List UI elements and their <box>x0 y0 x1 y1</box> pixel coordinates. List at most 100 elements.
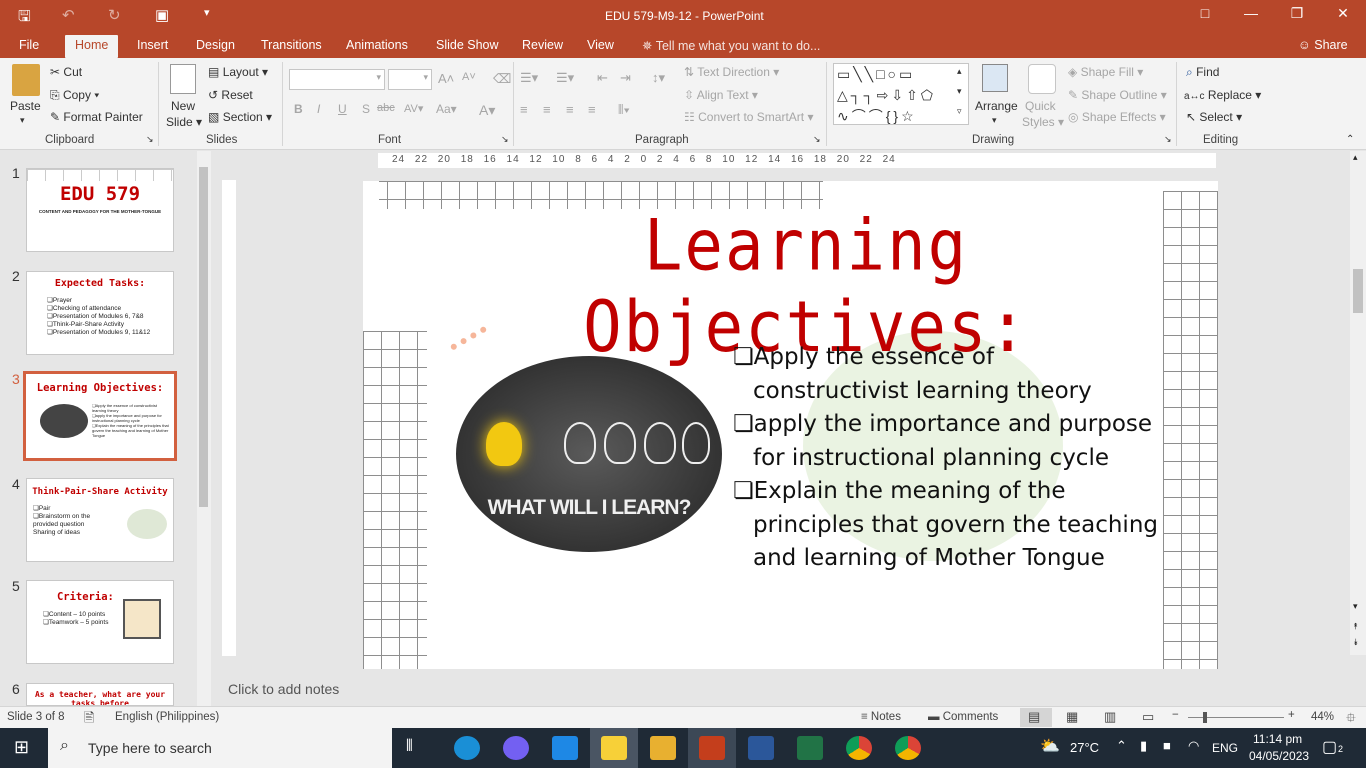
close-button[interactable]: ✕ <box>1328 5 1358 22</box>
paste-button[interactable]: Paste <box>10 99 41 113</box>
customize-qat-icon[interactable]: ▾ <box>204 6 210 19</box>
slide-thumbnail-4[interactable]: Think-Pair-Share Activity ❏Pair ❏Brainst… <box>26 478 174 562</box>
save-icon[interactable]: 🖫 <box>18 6 31 31</box>
italic-icon[interactable]: I <box>317 102 320 116</box>
normal-view-icon[interactable]: ▤ <box>1028 709 1040 725</box>
sticky-notes-icon[interactable] <box>601 736 627 760</box>
align-text-button[interactable]: ⇳ Align Text ▾ <box>684 88 758 102</box>
minimize-button[interactable]: — <box>1236 5 1266 21</box>
clock-date[interactable]: 04/05/2023 <box>1249 749 1309 763</box>
font-name-box[interactable]: ▾ <box>289 69 385 90</box>
file-explorer-icon[interactable] <box>650 736 676 760</box>
cut-button[interactable]: ✂ Cut <box>50 65 82 79</box>
new-slide-button[interactable]: New <box>171 99 195 113</box>
collapse-ribbon-icon[interactable]: ⌃ <box>1346 134 1354 145</box>
slide-thumbnail-2[interactable]: Expected Tasks: ❏Prayer ❏Checking of att… <box>26 271 174 355</box>
show-hidden-icons[interactable]: ⌃ <box>1116 738 1127 754</box>
align-left-icon[interactable]: ≡ <box>520 102 528 117</box>
character-spacing-icon[interactable]: AV▾ <box>404 102 423 115</box>
reading-view-icon[interactable]: ▥ <box>1104 709 1116 725</box>
zoom-in-icon[interactable]: + <box>1288 709 1295 721</box>
language-switcher[interactable]: ENG <box>1212 741 1238 755</box>
text-direction-button[interactable]: ⇅ Text Direction ▾ <box>684 65 779 79</box>
restore-button[interactable]: ❐ <box>1282 5 1312 22</box>
ribbon-display-options-icon[interactable]: □ <box>1190 5 1220 21</box>
font-launcher-icon[interactable]: ↘ <box>501 134 509 145</box>
increase-font-icon[interactable]: A˄ <box>438 71 454 86</box>
quick-styles-icon[interactable] <box>1028 64 1056 94</box>
tab-insert[interactable]: Insert <box>137 38 168 52</box>
scroll-down-icon[interactable]: ▾ <box>1353 601 1358 612</box>
clear-formatting-icon[interactable]: ⌫ <box>493 71 511 87</box>
share-button[interactable]: ☺ Share <box>1298 38 1348 52</box>
tab-transitions[interactable]: Transitions <box>261 38 322 52</box>
wifi-icon[interactable]: ◠ <box>1188 738 1199 754</box>
quick-styles-label[interactable]: Styles ▾ <box>1022 115 1064 129</box>
tell-me-box[interactable]: ✵ Tell me what you want to do... <box>642 38 820 53</box>
reset-button[interactable]: ↺ Reset <box>208 88 253 102</box>
shadow-icon[interactable]: S <box>362 102 370 116</box>
shape-effects-button[interactable]: ◎ Shape Effects ▾ <box>1068 110 1166 124</box>
shape-outline-button[interactable]: ✎ Shape Outline ▾ <box>1068 88 1167 102</box>
previous-slide-icon[interactable]: ⯭ <box>1353 621 1358 632</box>
start-from-beginning-icon[interactable]: ▣ <box>155 6 169 24</box>
comments-button[interactable]: ▬ Comments <box>928 711 998 723</box>
section-button[interactable]: ▧ Section ▾ <box>208 110 272 124</box>
find-button[interactable]: ⌕ Find <box>1186 65 1219 80</box>
language-indicator[interactable]: English (Philippines) <box>115 711 219 723</box>
scroll-up-icon[interactable]: ▴ <box>1353 152 1358 163</box>
chrome-icon[interactable] <box>846 736 872 760</box>
decrease-font-icon[interactable]: A˅ <box>462 71 476 83</box>
chrome-gmail-icon[interactable] <box>895 736 921 760</box>
line-spacing-icon[interactable]: ↕▾ <box>652 70 665 86</box>
tab-view[interactable]: View <box>587 38 614 52</box>
task-view-icon[interactable]: ⫴ <box>406 738 413 756</box>
new-slide-icon[interactable] <box>170 64 196 94</box>
zoom-slider-thumb[interactable] <box>1203 712 1207 723</box>
viber-icon[interactable] <box>503 736 529 760</box>
slide-sorter-icon[interactable]: ▦ <box>1066 709 1078 725</box>
font-size-box[interactable]: ▾ <box>388 69 432 90</box>
strikethrough-icon[interactable]: abc <box>377 102 395 114</box>
tab-animations[interactable]: Animations <box>346 38 408 52</box>
windows-start-icon[interactable]: ⊞ <box>14 737 29 758</box>
paste-icon[interactable] <box>12 64 40 96</box>
slide-show-icon[interactable]: ▭ <box>1142 709 1154 725</box>
shapes-gallery[interactable]: ▭╲╲□○▭ △┐┐⇨⇩⇧⬠ ∿⌒⌒{}☆ <box>833 63 969 125</box>
underline-icon[interactable]: U <box>338 102 347 116</box>
clock-time[interactable]: 11:14 pm <box>1253 732 1302 746</box>
slide-thumbnail-6[interactable]: As a teacher, what are your tasks before <box>26 683 174 706</box>
replace-button[interactable]: a↔c Replace ▾ <box>1184 88 1261 102</box>
columns-icon[interactable]: ⫴▾ <box>618 102 630 118</box>
scrollbar-thumb[interactable] <box>199 167 208 507</box>
notes-placeholder[interactable]: Click to add notes <box>228 681 339 697</box>
scrollbar-thumb[interactable] <box>1353 269 1363 313</box>
battery-icon[interactable]: ▮ <box>1140 738 1147 754</box>
taskbar-search-box[interactable]: ⌕ Type here to search <box>48 728 392 768</box>
copy-button[interactable]: ⎘ Copy ▾ <box>50 88 99 103</box>
arrange-icon[interactable] <box>982 64 1008 92</box>
tab-design[interactable]: Design <box>196 38 235 52</box>
font-color-icon[interactable]: A▾ <box>479 102 495 119</box>
zoom-out-icon[interactable]: − <box>1172 709 1179 721</box>
slide-thumbnail-5[interactable]: Criteria: ❏Content – 10 points ❏Teamwork… <box>26 580 174 664</box>
excel-icon[interactable] <box>797 736 823 760</box>
quick-styles-button[interactable]: Quick <box>1025 99 1056 113</box>
notes-button[interactable]: ≡ Notes <box>861 711 901 723</box>
tab-review[interactable]: Review <box>522 38 563 52</box>
slide-canvas[interactable]: Learning Objectives: WHAT WILL I LEARN? … <box>363 181 1218 669</box>
paste-dropdown-icon[interactable]: ▾ <box>20 115 25 126</box>
decrease-indent-icon[interactable]: ⇤ <box>597 70 608 86</box>
undo-icon[interactable]: ↶ <box>62 6 75 24</box>
thumbnail-scrollbar[interactable] <box>197 151 211 706</box>
gallery-up-icon[interactable]: ▴ <box>957 66 962 77</box>
word-icon[interactable] <box>748 736 774 760</box>
notes-pane[interactable]: Click to add notes <box>212 672 1366 706</box>
justify-icon[interactable]: ≡ <box>588 102 596 117</box>
bullets-icon[interactable]: ☰▾ <box>520 70 538 86</box>
gallery-down-icon[interactable]: ▾ <box>957 86 962 97</box>
zoom-level[interactable]: 44% <box>1311 711 1334 723</box>
shape-fill-button[interactable]: ◈ Shape Fill ▾ <box>1068 65 1143 79</box>
slide-scrollbar[interactable]: ▴ ▾ ⯭ ⯯ <box>1350 151 1366 655</box>
tab-file[interactable]: File <box>19 38 39 52</box>
